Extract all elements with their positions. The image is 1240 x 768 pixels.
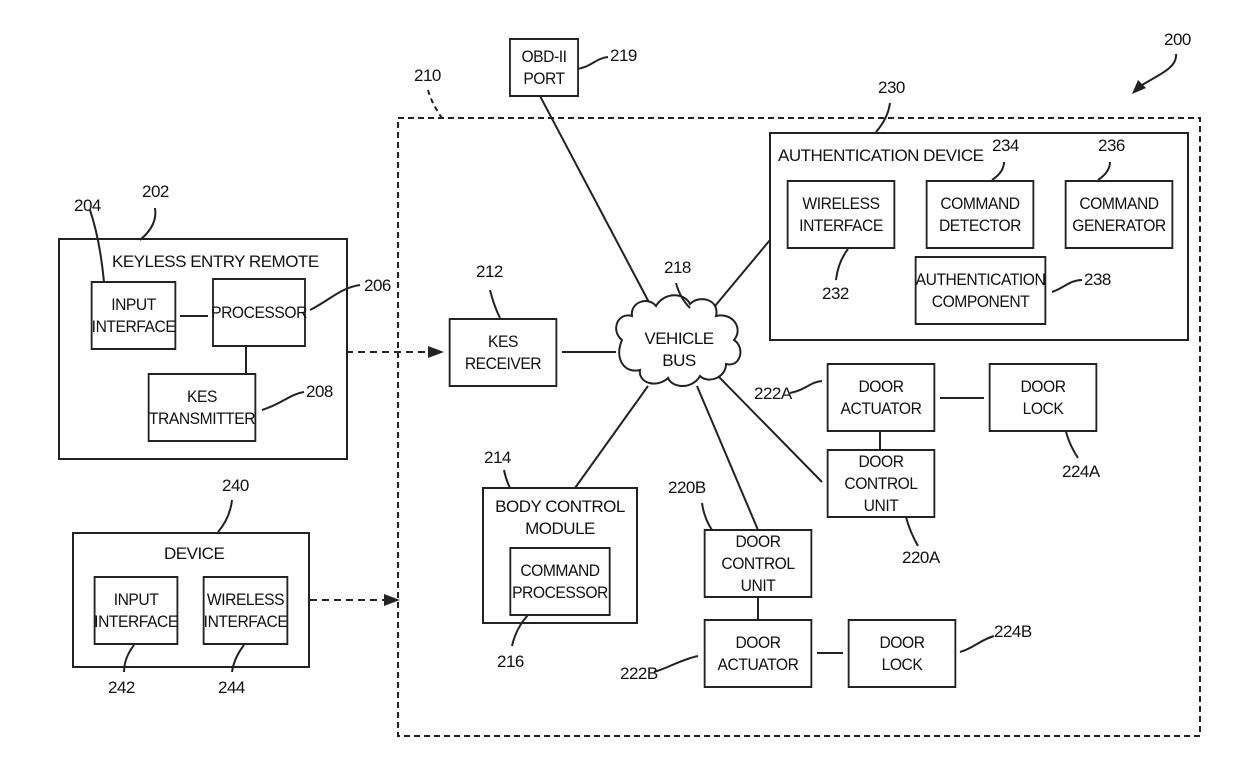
leader-220a xyxy=(905,516,919,547)
ref-208: 208 xyxy=(306,382,333,401)
ref-230: 230 xyxy=(878,78,905,97)
auth-command-generator[interactable]: COMMAND GENERATOR xyxy=(1064,180,1174,249)
door-lock-a[interactable]: DOOR LOCK xyxy=(988,363,1098,432)
leader-222a xyxy=(789,380,823,394)
auth-command-detector[interactable]: COMMAND DETECTOR xyxy=(925,180,1035,249)
bcm-command-processor[interactable]: COMMAND PROCESSOR xyxy=(509,547,611,616)
kes-receiver[interactable]: KES RECEIVER xyxy=(448,318,558,387)
door-actuator-a[interactable]: DOOR ACTUATOR xyxy=(826,363,936,432)
door-control-unit-a[interactable]: DOOR CONTROL UNIT xyxy=(826,449,936,518)
figure-ref-arrow xyxy=(1137,53,1178,89)
leader-224b xyxy=(959,635,995,653)
door-control-unit-b[interactable]: DOOR CONTROL UNIT xyxy=(703,529,813,598)
ref-212: 212 xyxy=(476,262,503,281)
ref-202: 202 xyxy=(142,182,169,201)
vehicle-bus-label: VEHICLE BUS xyxy=(644,329,714,370)
ref-204: 204 xyxy=(74,196,101,215)
ref-216: 216 xyxy=(497,652,524,671)
arrowhead xyxy=(1132,80,1146,94)
remote-processor[interactable]: PROCESSOR xyxy=(211,278,307,347)
figure-ref-200: 200 xyxy=(1164,30,1191,49)
leader-214 xyxy=(503,469,511,489)
wire-bus-auth xyxy=(709,239,771,313)
ref-244: 244 xyxy=(218,678,245,697)
authentication-device-title: AUTHENTICATION DEVICE xyxy=(778,146,984,165)
ref-222b: 222B xyxy=(620,664,658,683)
ref-232: 232 xyxy=(822,284,849,303)
body-control-module-title: BODY CONTROL MODULE xyxy=(495,497,625,538)
door-actuator-b[interactable]: DOOR ACTUATOR xyxy=(703,619,813,688)
door-lock-b[interactable]: DOOR LOCK xyxy=(847,619,957,688)
ref-214: 214 xyxy=(484,448,511,467)
ref-224a: 224A xyxy=(1062,462,1100,481)
leader-210 xyxy=(427,89,443,119)
ref-220a: 220A xyxy=(902,548,940,567)
arrowhead xyxy=(428,346,444,358)
ref-210: 210 xyxy=(414,66,441,85)
device-title: DEVICE xyxy=(164,544,225,563)
device-input-interface[interactable]: INPUT INTERFACE xyxy=(93,576,179,645)
ref-206: 206 xyxy=(364,276,391,295)
remote-kes-transmitter[interactable]: KES TRANSMITTER xyxy=(147,373,257,442)
device-wireless-interface[interactable]: WIRELESS INTERFACE xyxy=(202,576,289,645)
leader-219 xyxy=(575,56,609,70)
wire-obd-bus xyxy=(539,95,653,309)
ref-240: 240 xyxy=(222,476,249,495)
auth-authentication-component[interactable]: AUTHENTICATION COMPONENT xyxy=(914,256,1047,325)
leader-240 xyxy=(217,499,233,533)
leader-222b xyxy=(653,655,699,673)
ref-219: 219 xyxy=(610,46,637,65)
leader-220b xyxy=(701,502,713,531)
ref-220b: 220B xyxy=(668,478,706,497)
ref-222a: 222A xyxy=(754,384,792,403)
ref-224b: 224B xyxy=(994,622,1032,641)
ref-234: 234 xyxy=(992,136,1019,155)
ref-238: 238 xyxy=(1084,270,1111,289)
leader-202 xyxy=(139,207,157,241)
ref-242: 242 xyxy=(108,678,135,697)
leader-224a xyxy=(1065,431,1079,459)
auth-wireless-interface[interactable]: WIRELESS INTERFACE xyxy=(786,180,896,249)
obd-ii-port[interactable]: OBD-II PORT xyxy=(509,38,579,97)
keyless-entry-remote-title: KEYLESS ENTRY REMOTE xyxy=(112,252,319,271)
wire-bus-bcm xyxy=(574,385,649,489)
remote-input-interface[interactable]: INPUT INTERFACE xyxy=(90,281,177,350)
ref-218: 218 xyxy=(664,258,691,277)
ref-236: 236 xyxy=(1098,136,1125,155)
leader-212 xyxy=(489,289,501,319)
